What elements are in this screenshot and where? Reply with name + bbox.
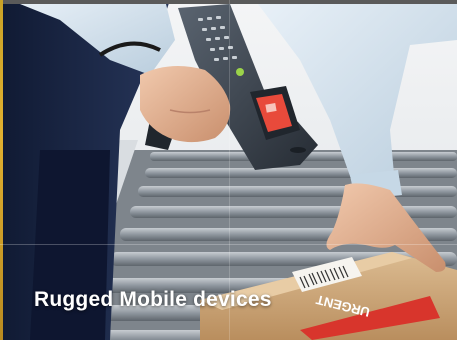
banner-caption: Rugged Mobile devices xyxy=(34,288,272,311)
left-accent-strip xyxy=(0,0,3,340)
hero-banner[interactable]: URGENT Rugged Mobile devices xyxy=(0,0,457,340)
